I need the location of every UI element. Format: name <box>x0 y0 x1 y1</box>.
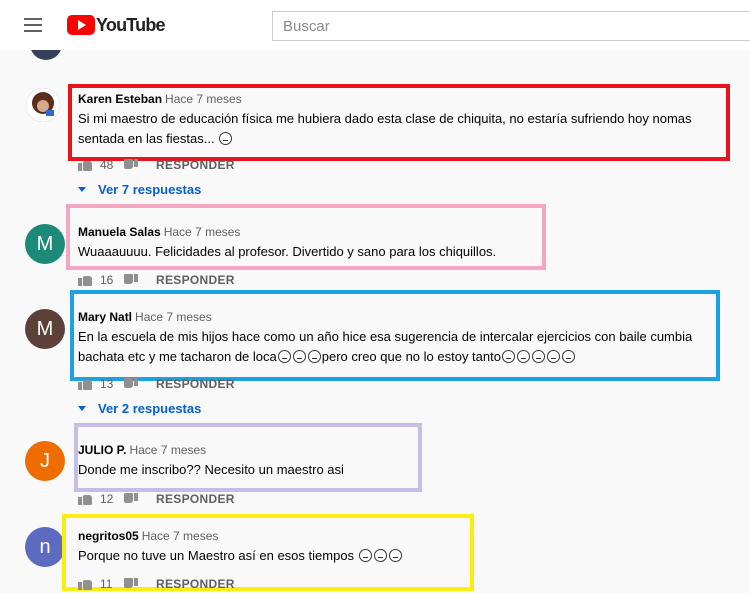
caret-down-icon <box>78 406 86 411</box>
emoji-icon <box>388 549 402 562</box>
hamburger-menu-icon[interactable] <box>24 18 42 32</box>
author-name[interactable]: Karen Esteban <box>78 92 162 106</box>
avatar[interactable]: J <box>25 441 65 481</box>
author-name[interactable]: JULIO P. <box>78 443 126 457</box>
caret-down-icon <box>78 187 86 192</box>
like-count: 12 <box>100 492 114 506</box>
avatar[interactable]: M <box>25 309 65 349</box>
view-replies-label: Ver 7 respuestas <box>98 182 202 197</box>
avatar-letter: J <box>40 449 50 472</box>
like-count: 48 <box>100 158 114 172</box>
author-name[interactable]: negritos05 <box>78 529 139 543</box>
comment-text: Wuaaauuuu. Felicidades al profesor. Dive… <box>78 244 497 259</box>
dislike-icon[interactable] <box>124 493 138 505</box>
dislike-icon[interactable] <box>124 159 138 171</box>
emoji-icon <box>561 350 575 363</box>
logo-text: YouTube <box>96 14 166 35</box>
like-count: 13 <box>100 377 114 391</box>
emoji-icon <box>277 350 291 363</box>
avatar[interactable] <box>26 88 60 122</box>
emoji-icon <box>546 350 560 363</box>
like-icon[interactable] <box>78 578 92 590</box>
like-icon[interactable] <box>78 274 92 286</box>
emoji-icon <box>501 350 515 363</box>
comment-text: bachata etc y me tacharon de loca <box>78 349 277 364</box>
avatar-letter: M <box>36 232 54 255</box>
play-icon <box>67 15 95 35</box>
view-replies-button[interactable]: Ver 2 respuestas <box>78 401 201 416</box>
reply-button[interactable]: RESPONDER <box>156 577 235 591</box>
comment-text: pero creo que no lo estoy tanto <box>321 349 501 364</box>
dislike-icon[interactable] <box>124 274 138 286</box>
youtube-logo[interactable]: YouTube <box>67 14 166 35</box>
view-replies-button[interactable]: Ver 7 respuestas <box>78 182 201 197</box>
reply-button[interactable]: RESPONDER <box>156 273 235 287</box>
avatar-letter: M <box>36 317 54 340</box>
top-bar: YouTube <box>0 0 750 50</box>
comment-time[interactable]: Hace 7 meses <box>164 225 241 239</box>
comment-text: Porque no tuve un Maestro así en esos ti… <box>78 548 355 563</box>
reply-button[interactable]: RESPONDER <box>156 158 235 172</box>
comment-text: En la escuela de mis hijos hace como un … <box>78 329 693 344</box>
emoji-icon <box>292 350 306 363</box>
author-name[interactable]: Manuela Salas <box>78 225 161 239</box>
emoji-icon <box>219 132 233 145</box>
like-icon[interactable] <box>78 378 92 390</box>
emoji-icon <box>307 350 321 363</box>
avatar[interactable]: n <box>25 527 65 567</box>
comment-text: Si mi maestro de educación física me hub… <box>78 111 692 146</box>
comment-time[interactable]: Hace 7 meses <box>135 310 212 324</box>
like-count: 11 <box>100 577 113 591</box>
like-icon[interactable] <box>78 159 92 171</box>
author-name[interactable]: Mary Natl <box>78 310 132 324</box>
emoji-icon <box>358 549 372 562</box>
emoji-icon <box>373 549 387 562</box>
reply-button[interactable]: RESPONDER <box>156 377 235 391</box>
comment-time[interactable]: Hace 7 meses <box>129 443 206 457</box>
comment-time[interactable]: Hace 7 meses <box>142 529 219 543</box>
avatar-letter: n <box>39 535 51 558</box>
comment-time[interactable]: Hace 7 meses <box>165 92 242 106</box>
reply-button[interactable]: RESPONDER <box>156 492 235 506</box>
search-input[interactable] <box>272 11 750 41</box>
emoji-icon <box>531 350 545 363</box>
emoji-icon <box>516 350 530 363</box>
dislike-icon[interactable] <box>124 378 138 390</box>
view-replies-label: Ver 2 respuestas <box>98 401 202 416</box>
comment-text: Donde me inscribo?? Necesito un maestro … <box>78 462 344 477</box>
dislike-icon[interactable] <box>124 578 138 590</box>
avatar[interactable]: M <box>25 224 65 264</box>
like-icon[interactable] <box>78 493 92 505</box>
like-count: 16 <box>100 273 114 287</box>
highlight-box <box>74 423 422 492</box>
avatar-image <box>26 88 60 122</box>
